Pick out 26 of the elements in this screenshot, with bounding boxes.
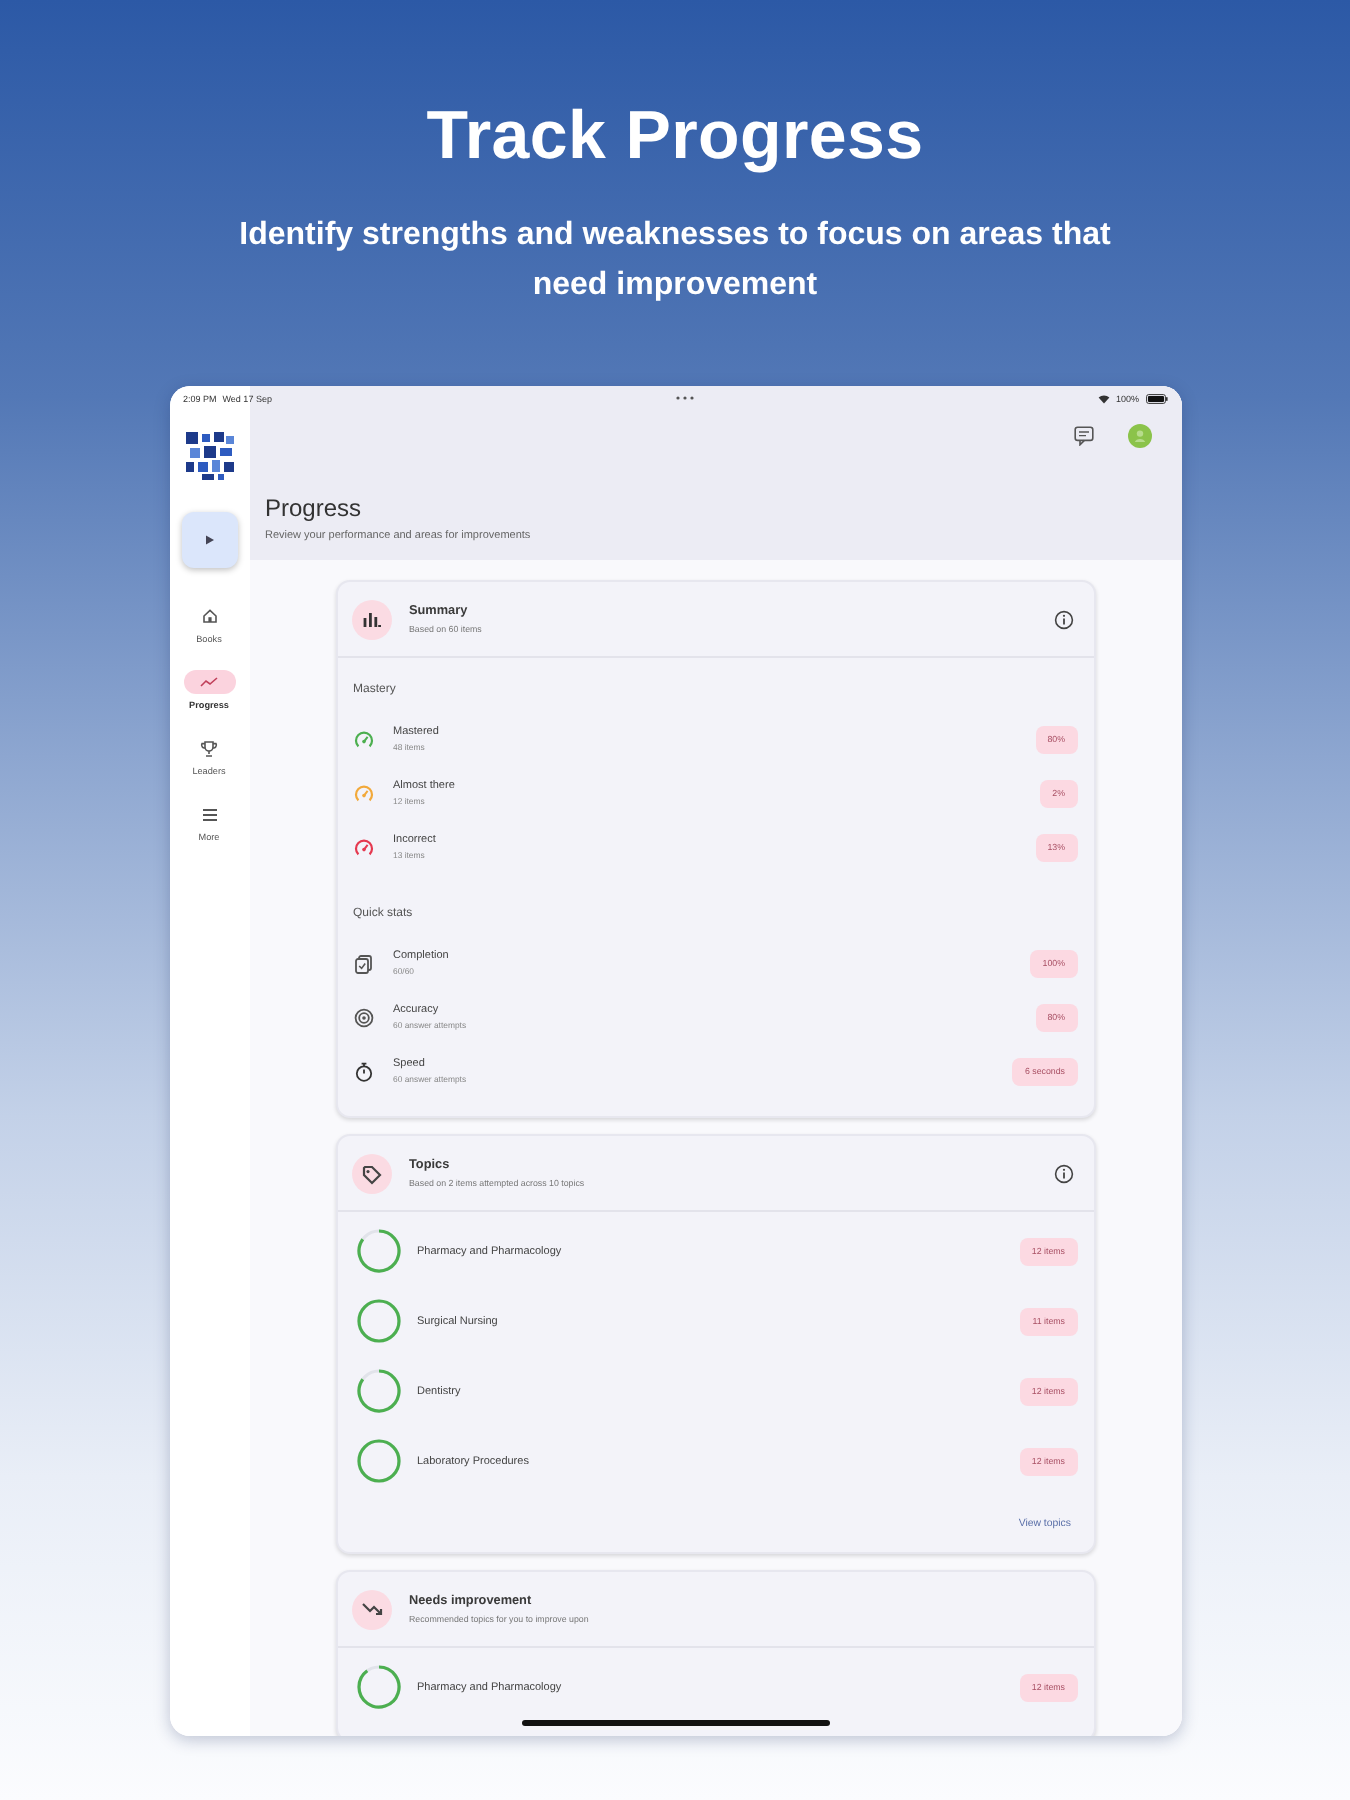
tag-icon — [351, 1153, 391, 1193]
info-icon[interactable] — [1053, 609, 1073, 629]
progress-ring — [355, 1298, 401, 1344]
progress-ring — [355, 1438, 401, 1484]
logo-icon — [183, 430, 235, 482]
sidebar-toggle-button[interactable] — [181, 512, 237, 568]
info-icon[interactable] — [1053, 1163, 1073, 1183]
bar-chart-icon — [351, 599, 391, 639]
stopwatch-icon — [353, 1061, 373, 1081]
progress-ring — [355, 1368, 401, 1414]
document-icon — [353, 953, 373, 973]
headline: Track Progress — [426, 96, 924, 178]
home-icon — [201, 608, 217, 624]
wifi-icon — [1097, 393, 1110, 403]
trophy-icon — [200, 739, 218, 757]
headline-subtitle: Identify strengths and weaknesses to focus on areas that need improvement — [237, 216, 1113, 306]
chat-icon[interactable] — [1073, 426, 1093, 446]
progress-ring — [355, 1228, 401, 1274]
menu-icon — [201, 807, 217, 821]
arrow-icon — [203, 534, 215, 546]
progress-ring — [355, 1664, 401, 1710]
page-title: Progress — [265, 494, 364, 522]
trend-icon — [351, 1589, 391, 1629]
battery-icon — [1145, 393, 1167, 403]
trend-line-icon — [200, 676, 218, 688]
target-icon — [353, 1007, 373, 1027]
